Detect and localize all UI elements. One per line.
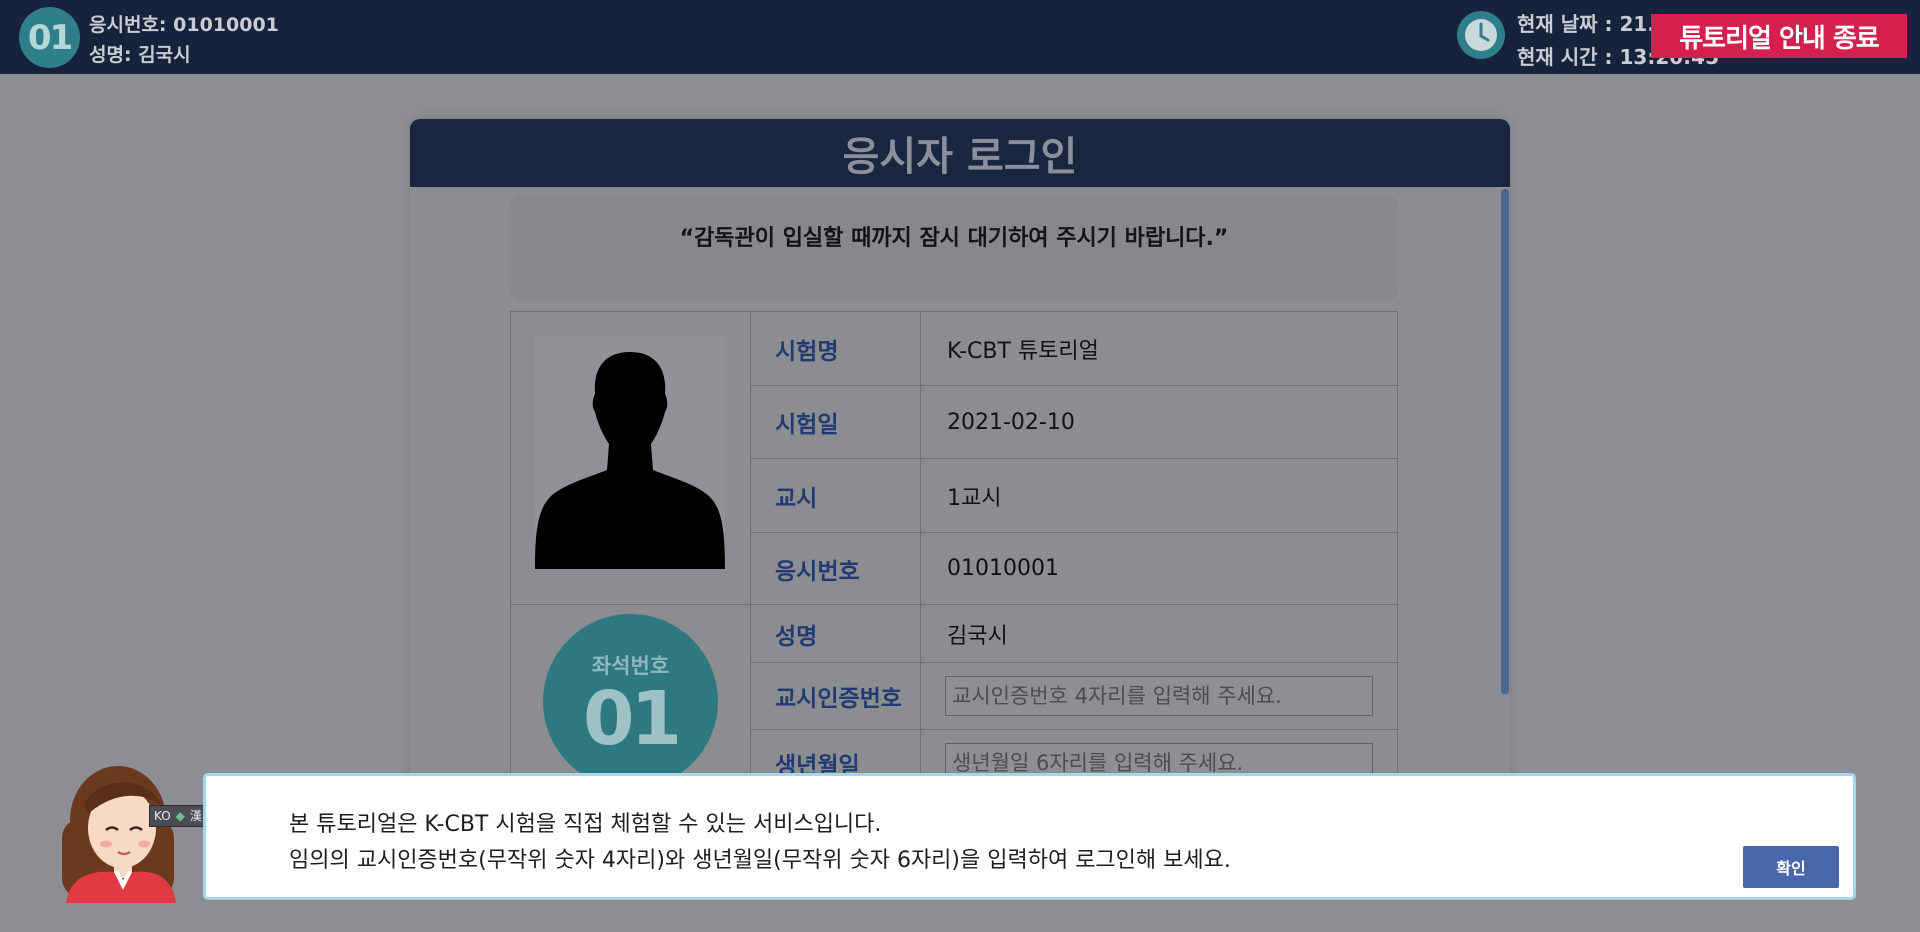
row-exam-date: 시험일 2021-02-10 [751,386,1399,459]
row-label: 응시번호 [751,533,921,604]
row-label: 시험일 [751,386,921,458]
page-title: 응시자 로그인 [410,119,1510,187]
clock-icon [1457,11,1505,59]
examinee-number: 응시번호: 01010001 [89,14,279,36]
tutorial-popup: 본 튜토리얼은 K-CBT 시험을 직접 체험할 수 있는 서비스입니다. 임의… [203,773,1856,900]
row-value [921,663,1399,729]
seat-number: 01 [583,676,682,762]
scrollbar-thumb[interactable] [1501,189,1509,694]
row-label: 교시인증번호 [751,663,921,729]
row-period: 교시 1교시 [751,459,1399,533]
row-label: 성명 [751,605,921,662]
guide-character-icon [62,766,176,903]
tutorial-message-line-1: 본 튜토리얼은 K-CBT 시험을 직접 체험할 수 있는 서비스입니다. [289,812,882,837]
ime-hanja-button[interactable]: 漢 [190,806,202,826]
person-silhouette-icon [535,352,725,569]
row-value: 2021-02-10 [947,409,1075,435]
examinee-photo [535,336,725,569]
row-name: 성명 김국시 [751,605,1399,663]
row-value: 01010001 [947,556,1059,581]
examinee-info-table: 좌석번호 01 시험명 K-CBT 튜토리얼 시험일 2021-02-10 교시… [510,311,1399,819]
ime-gem-icon: ◆ [175,809,185,823]
row-value: K-CBT 튜토리얼 [947,338,1099,364]
photo-cell [511,312,751,605]
seat-number-circle: 좌석번호 01 [543,614,718,789]
row-exam-name: 시험명 K-CBT 튜토리얼 [751,312,1399,386]
ime-mode-label[interactable]: KO [154,806,171,826]
row-label: 시험명 [751,312,921,385]
row-auth-code: 교시인증번호 [751,663,1399,730]
tutorial-message-line-2: 임의의 교시인증번호(무작위 숫자 4자리)와 생년월일(무작위 숫자 6자리)… [289,848,1231,873]
row-value: 1교시 [947,485,1002,511]
row-value: 김국시 [947,623,1008,649]
auth-code-input[interactable] [945,676,1373,716]
waiting-notice: “감독관이 입실할 때까지 잠시 대기하여 주시기 바랍니다.” [510,195,1398,301]
seat-badge: 01 [19,7,80,68]
confirm-button[interactable]: 확인 [1743,846,1839,888]
tutorial-exit-button[interactable]: 튜토리얼 안내 종료 [1651,14,1907,58]
row-examinee-number: 응시번호 01010001 [751,533,1399,605]
examinee-name: 성명: 김국시 [89,44,191,66]
row-label: 교시 [751,459,921,532]
top-bar: 01 응시번호: 01010001 성명: 김국시 현재 날짜 : 21.021… [0,0,1920,74]
login-card: 응시자 로그인 “감독관이 입실할 때까지 잠시 대기하여 주시기 바랍니다.”… [410,119,1510,819]
